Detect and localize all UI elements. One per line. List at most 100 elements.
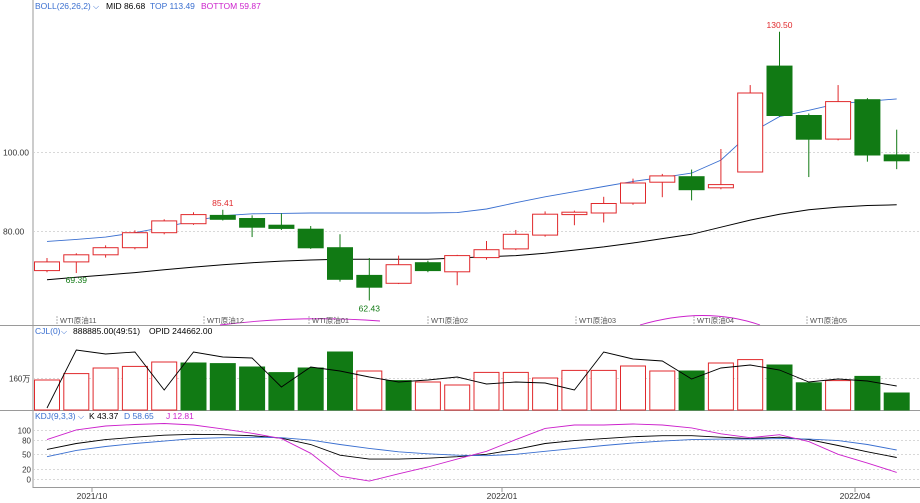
volume-bar: [707, 362, 734, 411]
candle-body: [327, 247, 353, 280]
candle-body: [151, 220, 178, 234]
volume-bar: [795, 382, 822, 411]
boll-top-line: [46, 98, 897, 242]
boll-indicator-name[interactable]: BOLL(26,26,2): [35, 1, 91, 11]
chevron-down-icon[interactable]: ⌵: [78, 412, 84, 421]
price-tick-label: 100.00: [3, 148, 29, 158]
cjl-indicator-name[interactable]: CJL(0): [35, 326, 61, 336]
volume-bar: [502, 371, 529, 411]
volume-bar: [151, 361, 178, 411]
volume-bar: [34, 379, 60, 411]
candle-body: [209, 214, 236, 220]
volume-bar: [620, 365, 646, 411]
kdj-legend[interactable]: KDJ(9,3,3) ⌵ K 43.37 D 58.65 J 12.81: [35, 411, 194, 421]
candle-body: [239, 218, 266, 228]
candle-body: [561, 211, 588, 216]
candle-body: [883, 154, 910, 162]
x-axis-tick-label: 2022/04: [840, 491, 871, 501]
kdj-tick-label: 80: [22, 437, 31, 446]
period-label: WTI原油02: [431, 315, 468, 325]
candle-body: [414, 262, 441, 272]
candle-body: [34, 261, 60, 272]
volume-bar: [121, 365, 148, 411]
candle-body: [532, 213, 559, 236]
volume-bar: [327, 351, 353, 411]
cjl-volume-value: 888885.00(49:51): [73, 326, 140, 336]
candle-body: [590, 203, 617, 214]
kdj-tick-label: 50: [22, 451, 31, 460]
candle-body: [502, 233, 529, 250]
candle-body: [678, 176, 705, 191]
volume-bar: [649, 370, 676, 411]
price-annotation: 85.41: [212, 198, 234, 208]
kdj-lines: [46, 423, 897, 482]
chevron-down-icon[interactable]: ⌵: [61, 327, 67, 336]
volume-bar: [92, 367, 119, 411]
boll-legend[interactable]: BOLL(26,26,2) ⌵ MID 86.68 TOP 113.49 BOT…: [35, 1, 261, 11]
volume-bar: [239, 366, 266, 411]
candle-body: [649, 175, 676, 183]
candle-body: [297, 228, 324, 249]
kdj-d-value: D 58.65: [124, 411, 154, 421]
candle-body: [385, 264, 412, 284]
candle-body: [121, 232, 148, 249]
candle-body: [268, 224, 295, 229]
price-annotation: 62.43: [359, 304, 381, 314]
price-tick-label: 80.00: [3, 227, 25, 237]
candle-body: [620, 182, 646, 204]
candle-body: [737, 92, 764, 173]
period-labels: WTI原油11 WTI原油12 WTI原油01 WTI原油02 WTI原油03 WTI原油…: [56, 315, 847, 325]
volume-bar: [209, 363, 236, 411]
volume-bar: [678, 370, 705, 411]
candle-body: [63, 254, 90, 263]
kdj-tick-label: 0: [27, 476, 32, 485]
boll-bands: [46, 98, 897, 326]
price-annotation: 130.50: [767, 20, 793, 30]
period-label: WTI原油01: [312, 315, 349, 325]
kdj-j-line: [46, 423, 897, 482]
period-label: WTI原油05: [810, 315, 847, 325]
boll-mid-line: [46, 204, 897, 281]
candle-body: [180, 214, 207, 225]
candle-body: [766, 65, 793, 116]
cjl-opid-value: OPID 244662.00: [149, 326, 213, 336]
boll-bottom-value: BOTTOM 59.87: [201, 1, 261, 11]
cjl-legend[interactable]: CJL(0) ⌵ 888885.00(49:51) OPID 244662.00: [35, 326, 213, 336]
period-label: WTI原油11: [60, 315, 97, 325]
boll-mid-value: MID 86.68: [106, 1, 145, 11]
chevron-down-icon[interactable]: ⌵: [93, 2, 99, 11]
candle-body: [795, 115, 822, 140]
volume-bar: [590, 369, 617, 411]
kdj-k-value: K 43.37: [89, 411, 119, 421]
volume-bar: [63, 373, 90, 411]
volume-bar: [385, 380, 412, 411]
volume-bars: [34, 349, 910, 411]
kdj-tick-label: 20: [22, 466, 31, 475]
volume-bar: [825, 380, 852, 411]
candle-body: [707, 184, 734, 189]
period-label: WTI原油12: [207, 315, 244, 325]
candle-body: [473, 249, 500, 259]
x-axis-tick-label: 2021/10: [77, 491, 108, 501]
volume-bar: [883, 392, 910, 411]
grid-lines: [33, 152, 920, 480]
volume-bar: [297, 367, 324, 411]
volume-tick-label: 160万: [9, 375, 30, 384]
x-axis-tick-label: 2022/01: [487, 491, 518, 501]
volume-bar: [444, 384, 471, 411]
kdj-tick-label: 100: [18, 427, 32, 436]
volume-bar: [737, 359, 764, 411]
volume-bar: [766, 364, 793, 411]
volume-bar: [473, 371, 500, 411]
volume-bar: [414, 381, 441, 411]
candle-body: [444, 255, 471, 273]
price-annotation: 69.39: [66, 275, 88, 285]
period-label: WTI原油03: [579, 315, 616, 325]
boll-top-value: TOP 113.49: [150, 1, 195, 11]
volume-bar: [180, 362, 207, 411]
candle-body: [854, 99, 881, 156]
candle-body: [92, 247, 119, 256]
kdj-j-value: J 12.81: [166, 411, 194, 421]
kdj-indicator-name[interactable]: KDJ(9,3,3): [35, 411, 76, 421]
candle-body: [356, 274, 383, 288]
